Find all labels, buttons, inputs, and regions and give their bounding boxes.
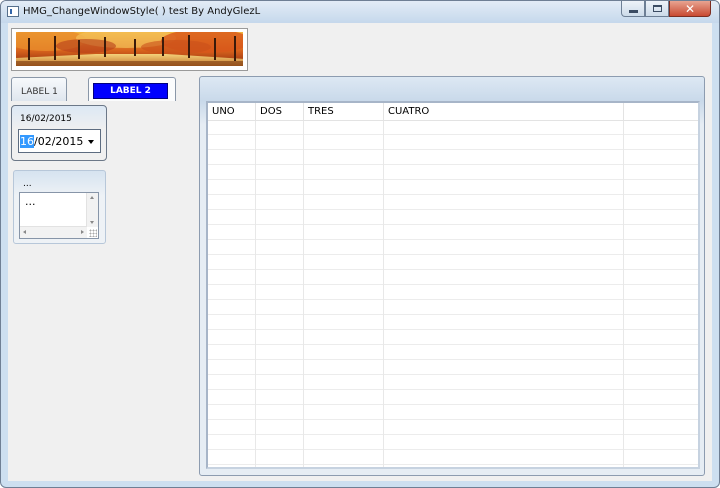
title-bar[interactable]: HMG_ChangeWindowStyle( ) test By AndyGle… [1,1,719,23]
edit-textarea[interactable]: ... [19,192,99,239]
column-header-uno[interactable]: UNO [208,103,256,120]
resize-grip-icon[interactable] [89,229,97,237]
data-grid[interactable]: UNO DOS TRES CUATRO [206,101,700,469]
date-label: 16/02/2015 [20,114,72,124]
column-header-cuatro[interactable]: CUATRO [384,103,624,120]
scroll-up-icon[interactable] [90,196,94,199]
app-icon[interactable] [7,6,19,17]
window-title: HMG_ChangeWindowStyle( ) test By AndyGle… [23,6,261,17]
scroll-right-icon[interactable] [81,230,84,234]
horizontal-scrollbar[interactable] [20,226,87,238]
tab-label-2-text: LABEL 2 [93,83,168,99]
column-header-tres[interactable]: TRES [304,103,384,120]
vertical-scrollbar[interactable] [86,193,98,227]
close-button[interactable]: ✕ [669,1,711,17]
maximize-icon [652,5,662,12]
scroll-left-icon[interactable] [23,230,26,234]
tab-label-1-text: LABEL 1 [21,87,58,97]
app-window: HMG_ChangeWindowStyle( ) test By AndyGle… [0,0,720,488]
window-controls: ✕ [621,1,711,17]
date-panel: 16/02/2015 16/02/2015 [11,105,107,161]
date-day-selected: 16 [20,135,34,148]
edit-label: ... [23,179,32,189]
date-rest: /02/2015 [34,135,84,148]
banner-image [11,28,248,71]
client-area: LABEL 1 LABEL 2 16/02/2015 16/02/2015 ..… [8,23,712,481]
maximize-button[interactable] [645,1,669,17]
date-picker[interactable]: 16/02/2015 [18,129,101,153]
date-value: 16/02/2015 [20,135,83,148]
scroll-down-icon[interactable] [90,221,94,224]
edit-text: ... [25,195,36,208]
tab-label-1[interactable]: LABEL 1 [11,77,67,101]
grid-header: UNO DOS TRES CUATRO [208,103,698,121]
column-header-dos[interactable]: DOS [256,103,304,120]
edit-panel: ... ... [13,170,106,244]
tab-label-2[interactable]: LABEL 2 [88,77,176,101]
minimize-icon [628,9,638,13]
close-icon: ✕ [684,1,696,16]
grid-panel: UNO DOS TRES CUATRO [199,76,705,476]
chevron-down-icon[interactable] [88,140,94,144]
minimize-button[interactable] [621,1,645,17]
